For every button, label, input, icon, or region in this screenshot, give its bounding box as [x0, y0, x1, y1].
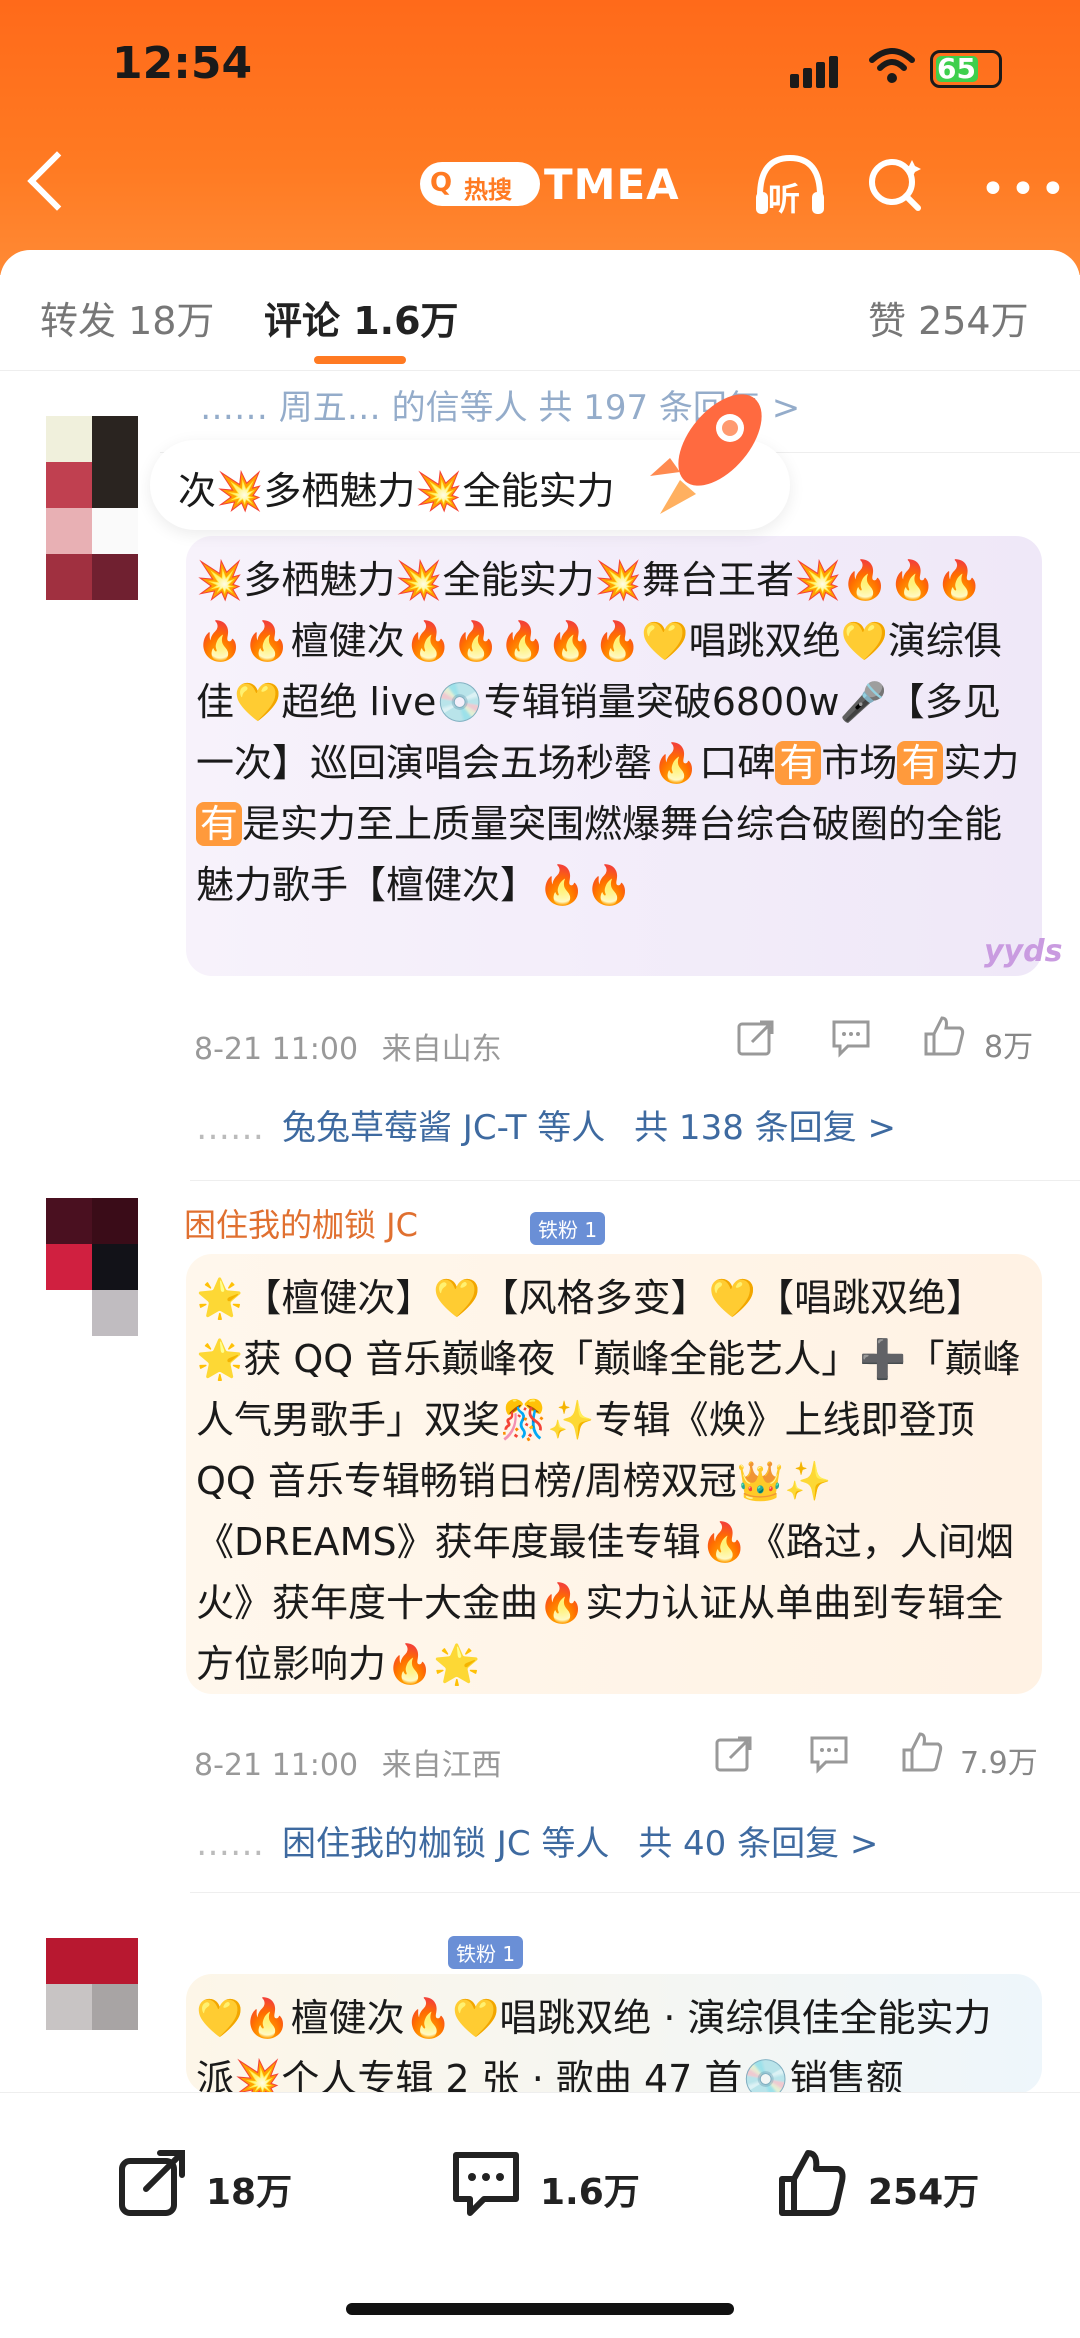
- repost-icon[interactable]: [116, 2147, 188, 2219]
- fan-badge: 铁粉 1: [530, 1212, 606, 1245]
- active-tab-indicator: [314, 356, 406, 364]
- wifi-icon: [869, 48, 915, 83]
- highlight-tag: 有: [775, 741, 822, 785]
- replies-users: 兔兔草莓酱 JC-T 等人: [282, 1108, 606, 1148]
- replies-link[interactable]: …… 兔兔草莓酱 JC-T 等人 共 138 条回复 >: [196, 1100, 896, 1149]
- highlight-tag: 有: [196, 802, 243, 846]
- comment-count[interactable]: 1.6万: [540, 2163, 640, 2215]
- listen-label: 听: [768, 180, 801, 218]
- comment-text: 💛🔥檀健次🔥💛唱跳双绝 · 演综俱佳全能实力派💥个人专辑 2 张 · 歌曲 47…: [196, 1996, 992, 2094]
- repost-count[interactable]: 18万: [206, 2163, 292, 2215]
- comment-meta: 8-21 11:00 来自山东: [194, 1024, 502, 1068]
- share-icon[interactable]: [736, 1018, 776, 1058]
- search-icon[interactable]: [868, 156, 924, 212]
- comment-location: 来自山东: [381, 1032, 502, 1067]
- comment-icon[interactable]: [808, 1734, 850, 1774]
- status-time: 12:54: [112, 38, 253, 89]
- search-small-icon: Q: [430, 168, 453, 198]
- avatar[interactable]: [46, 1198, 138, 1378]
- avatar[interactable]: [46, 416, 138, 600]
- back-arrow-icon[interactable]: [27, 151, 87, 211]
- hot-badge-label: 热搜: [464, 176, 512, 204]
- rocket-icon: [650, 394, 762, 514]
- like-icon[interactable]: [900, 1730, 944, 1774]
- highlight-tag: 有: [897, 741, 944, 785]
- like-icon[interactable]: [776, 2147, 848, 2219]
- like-count[interactable]: 254万: [868, 2163, 979, 2215]
- comment-text-part: 是实力至上质量突围燃爆舞台综合破圈的全能魅力歌手【檀健次】🔥🔥: [196, 802, 1003, 907]
- comment-text-part: 实力: [943, 741, 1020, 785]
- comment-item: 铁粉 1 💛🔥檀健次🔥💛唱跳双绝 · 演综俱佳全能实力派💥个人专辑 2 张 · …: [0, 1930, 1080, 2094]
- like-icon[interactable]: [922, 1014, 966, 1058]
- comment-time: 8-21 11:00: [194, 1748, 359, 1783]
- battery-level: 65: [937, 52, 976, 85]
- headphones-listen-icon[interactable]: 听: [752, 152, 828, 218]
- tab-comment[interactable]: 评论 1.6万: [264, 290, 459, 345]
- avatar[interactable]: [46, 1938, 138, 2030]
- comment-location: 来自江西: [381, 1748, 502, 1783]
- divider: [190, 1892, 1080, 1893]
- comment-bubble: 💥多栖魅力💥全能实力💥舞台王者💥🔥🔥🔥🔥🔥檀健次🔥🔥🔥🔥🔥💛唱跳双绝💛演综俱佳💛…: [186, 536, 1042, 976]
- replies-users: 困住我的枷锁 JC 等人: [282, 1824, 610, 1864]
- replies-link[interactable]: …… 困住我的枷锁 JC 等人 共 40 条回复 >: [196, 1816, 878, 1865]
- tab-bar: 转发 18万 评论 1.6万 赞 254万: [0, 250, 1080, 370]
- like-count: 7.9万: [960, 1746, 1038, 1781]
- replies-count: 共 40 条回复 >: [638, 1824, 879, 1864]
- home-indicator: [346, 2303, 734, 2315]
- comment-meta: 8-21 11:00 来自江西: [194, 1740, 502, 1784]
- username[interactable]: 困住我的枷锁 JC: [184, 1200, 418, 1246]
- yyds-sticker: yyds: [984, 934, 1063, 969]
- comment-bubble: 💛🔥檀健次🔥💛唱跳双绝 · 演综俱佳全能实力派💥个人专辑 2 张 · 歌曲 47…: [186, 1974, 1042, 2094]
- comment-text: 🌟【檀健次】💛【风格多变】💛【唱跳双绝】🌟获 QQ 音乐巅峰夜「巅峰全能艺人」➕…: [196, 1276, 1021, 1686]
- like-count: 8万: [984, 1030, 1034, 1065]
- fan-badge: 铁粉 1: [448, 1936, 524, 1969]
- share-icon[interactable]: [714, 1734, 754, 1774]
- divider: [0, 370, 1080, 371]
- battery-icon: 65: [930, 50, 1002, 88]
- comment-icon[interactable]: [830, 1018, 872, 1058]
- comment-time: 8-21 11:00: [194, 1032, 359, 1067]
- floating-tag-text: 次💥多栖魅力💥全能实力: [178, 469, 615, 513]
- page-title: TMEA: [544, 160, 680, 209]
- replies-count: 共 138 条回复 >: [634, 1108, 896, 1148]
- signal-icon: [790, 56, 842, 88]
- hot-search-badge[interactable]: Q 热搜: [420, 162, 540, 206]
- tab-repost[interactable]: 转发 18万: [40, 290, 214, 345]
- bottom-action-bar: 18万 1.6万 254万: [0, 2092, 1080, 2338]
- tab-like[interactable]: 赞 254万: [868, 290, 1029, 345]
- app-header: 12:54 65 Q 热搜 TMEA 听 •••: [0, 0, 1080, 275]
- comment-item: 困住我的枷锁 JC 铁粉 1 🌟【檀健次】💛【风格多变】💛【唱跳双绝】🌟获 QQ…: [0, 1190, 1080, 1920]
- comment-icon[interactable]: [450, 2147, 522, 2219]
- divider: [190, 1180, 1080, 1181]
- dots: ……: [196, 1824, 264, 1864]
- dots: ……: [196, 1108, 264, 1148]
- more-icon[interactable]: •••: [980, 168, 1070, 212]
- comment-text-part: 市场: [821, 741, 898, 785]
- comment-bubble: 🌟【檀健次】💛【风格多变】💛【唱跳双绝】🌟获 QQ 音乐巅峰夜「巅峰全能艺人」➕…: [186, 1254, 1042, 1694]
